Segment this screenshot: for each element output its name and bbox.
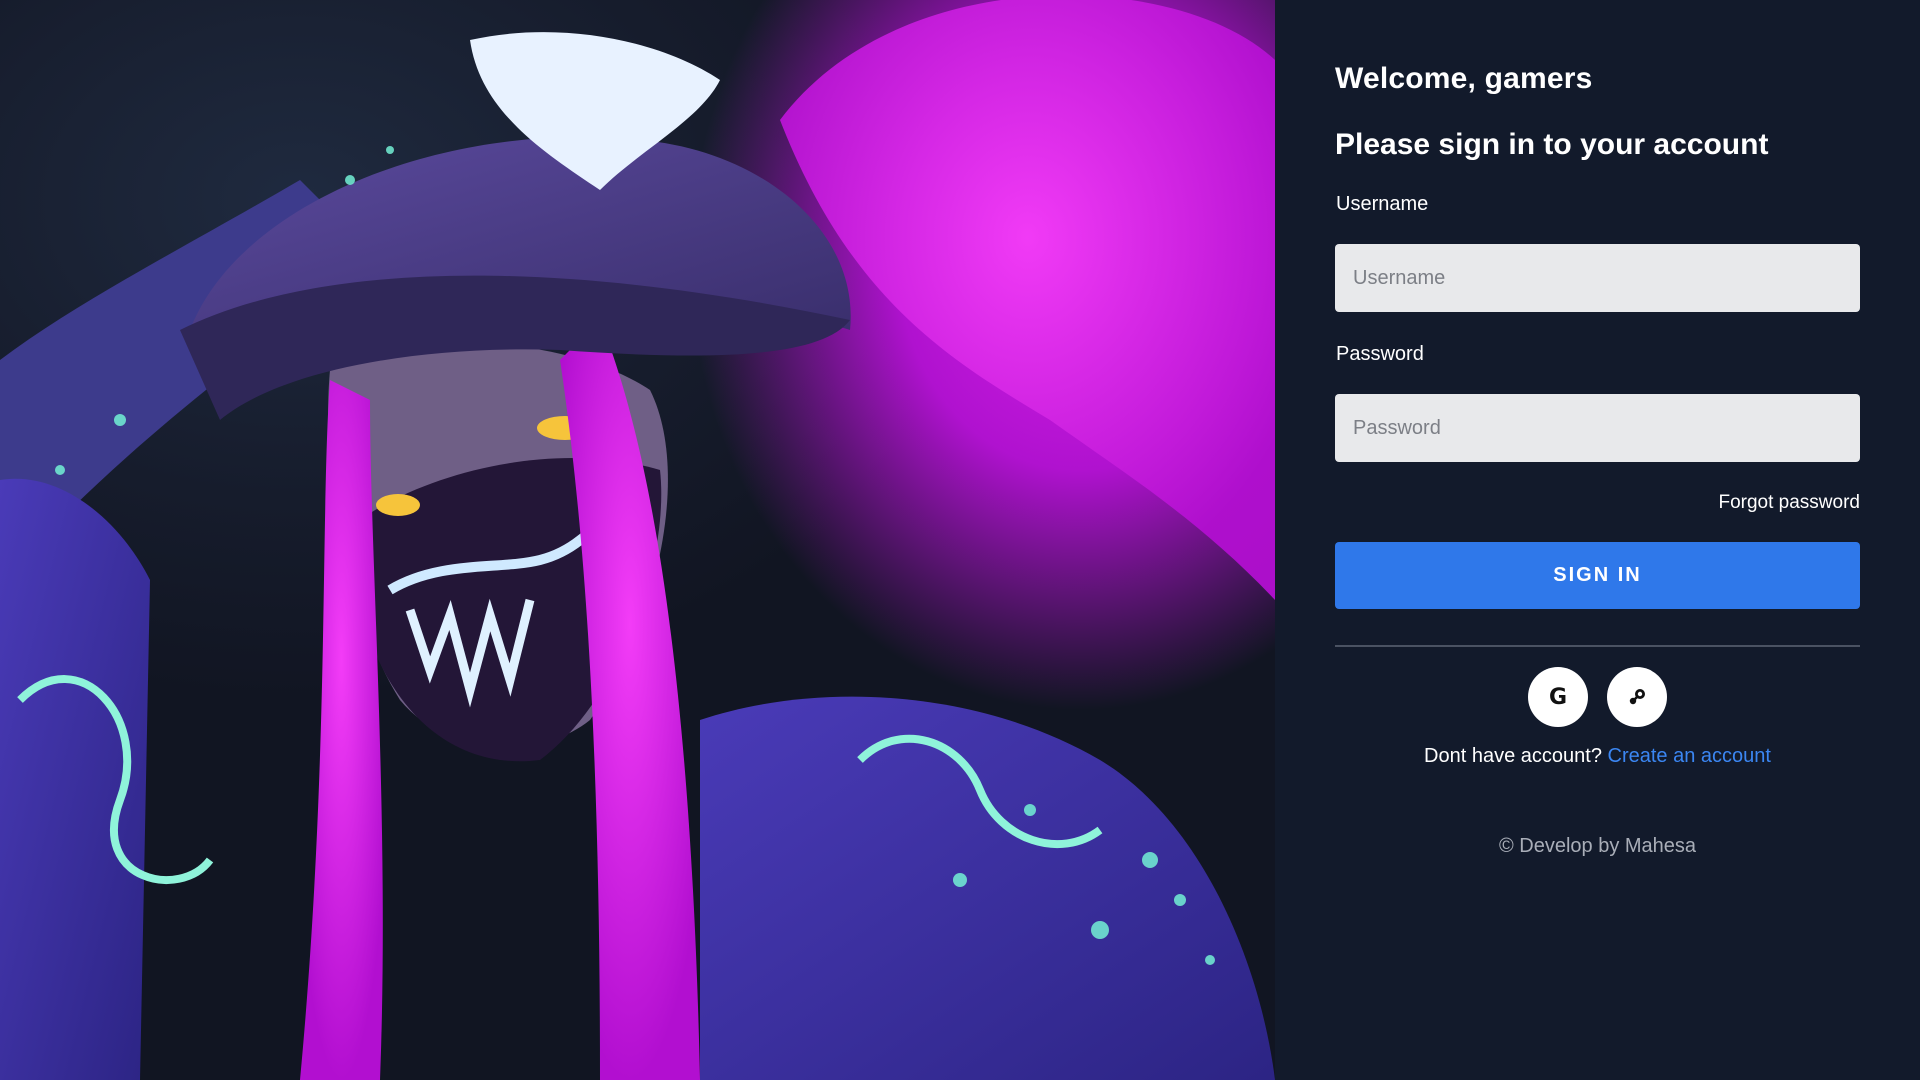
welcome-heading: Welcome, gamers (1335, 62, 1593, 95)
divider (1335, 645, 1860, 647)
character-illustration (0, 0, 1275, 1080)
forgot-password-link[interactable]: Forgot password (1718, 492, 1860, 514)
sign-in-button[interactable]: SIGN IN (1335, 542, 1860, 609)
password-label: Password (1336, 343, 1424, 365)
username-input[interactable] (1335, 244, 1860, 312)
signup-prompt: Dont have account? Create an account (1275, 745, 1920, 768)
google-login-button[interactable]: G (1528, 667, 1588, 727)
login-page: Welcome, gamers Please sign in to your a… (0, 0, 1920, 1080)
google-icon: G (1548, 684, 1568, 710)
sign-in-subtitle: Please sign in to your account (1335, 128, 1769, 161)
login-panel: Welcome, gamers Please sign in to your a… (1275, 0, 1920, 1080)
create-account-link[interactable]: Create an account (1608, 745, 1771, 767)
steam-icon (1629, 689, 1645, 705)
password-input[interactable] (1335, 394, 1860, 462)
no-account-text: Dont have account? (1424, 745, 1602, 767)
username-label: Username (1336, 193, 1429, 215)
footer-credit: © Develop by Mahesa (1498, 835, 1697, 857)
steam-login-button[interactable] (1607, 667, 1667, 727)
hero-artwork (0, 0, 1275, 1080)
